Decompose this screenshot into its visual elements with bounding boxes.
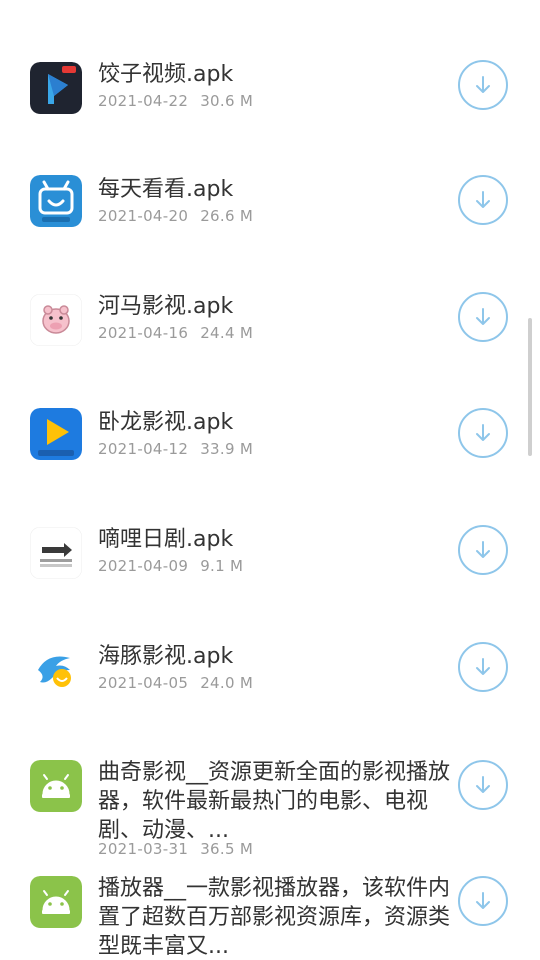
app-meta: 2021-04-16 24.4 M <box>98 324 253 342</box>
download-button[interactable] <box>458 408 508 458</box>
app-meta: 2021-04-12 33.9 M <box>98 440 253 458</box>
app-date: 2021-04-20 <box>98 207 189 225</box>
app-meta: 2021-03-31 36.5 M <box>98 840 253 858</box>
app-date: 2021-04-22 <box>98 92 189 110</box>
wolong-video-icon <box>30 408 82 460</box>
dolphin-video-icon <box>30 644 82 696</box>
dili-drama-icon <box>30 527 82 579</box>
scrollbar[interactable] <box>528 318 532 456</box>
download-arrow-icon <box>476 191 490 208</box>
android-icon <box>30 876 82 928</box>
download-arrow-icon <box>476 308 490 325</box>
app-date: 2021-04-16 <box>98 324 189 342</box>
app-size: 36.5 M <box>200 840 254 858</box>
download-button[interactable] <box>458 642 508 692</box>
app-name: 曲奇影视__资源更新全面的影视播放器，软件最新最热门的电影、电视剧、动漫、... <box>98 760 451 843</box>
app-meta: 2021-04-20 26.6 M <box>98 207 253 225</box>
download-arrow-icon <box>476 541 490 558</box>
jiaozi-video-icon <box>30 62 82 114</box>
app-date: 2021-04-12 <box>98 440 189 458</box>
app-date: 2021-04-09 <box>98 557 189 575</box>
app-size: 33.9 M <box>200 440 254 458</box>
app-name: 饺子视频.apk <box>98 62 234 87</box>
app-name: 海豚影视.apk <box>98 644 234 669</box>
download-arrow-icon <box>476 776 490 793</box>
download-button[interactable] <box>458 175 508 225</box>
app-name: 播放器__一款影视播放器，该软件内置了超数百万部影视资源库，资源类型既丰富又..… <box>98 876 451 959</box>
app-size: 24.0 M <box>200 674 254 692</box>
app-meta: 2021-04-09 9.1 M <box>98 557 243 575</box>
download-button[interactable] <box>458 525 508 575</box>
apk-download-list: 饺子视频.apk 2021-04-22 30.6 M 每天看看.apk 2021-… <box>0 0 540 960</box>
download-button[interactable] <box>458 292 508 342</box>
download-button[interactable] <box>458 60 508 110</box>
download-button[interactable] <box>458 876 508 926</box>
download-arrow-icon <box>476 892 490 909</box>
download-arrow-icon <box>476 424 490 441</box>
download-arrow-icon <box>476 658 490 675</box>
app-size: 30.6 M <box>200 92 254 110</box>
download-button[interactable] <box>458 760 508 810</box>
app-date: 2021-03-31 <box>98 840 189 858</box>
app-name: 每天看看.apk <box>98 177 234 202</box>
app-meta: 2021-04-22 30.6 M <box>98 92 253 110</box>
android-icon <box>30 760 82 812</box>
app-name: 河马影视.apk <box>98 294 234 319</box>
app-date: 2021-04-05 <box>98 674 189 692</box>
hippo-video-icon <box>30 294 82 346</box>
app-name: 嘀哩日剧.apk <box>98 527 234 552</box>
app-name: 卧龙影视.apk <box>98 410 234 435</box>
meitian-kankan-icon <box>30 175 82 227</box>
app-size: 9.1 M <box>200 557 244 575</box>
app-meta: 2021-04-05 24.0 M <box>98 674 253 692</box>
app-size: 26.6 M <box>200 207 254 225</box>
download-arrow-icon <box>476 76 490 93</box>
app-size: 24.4 M <box>200 324 254 342</box>
